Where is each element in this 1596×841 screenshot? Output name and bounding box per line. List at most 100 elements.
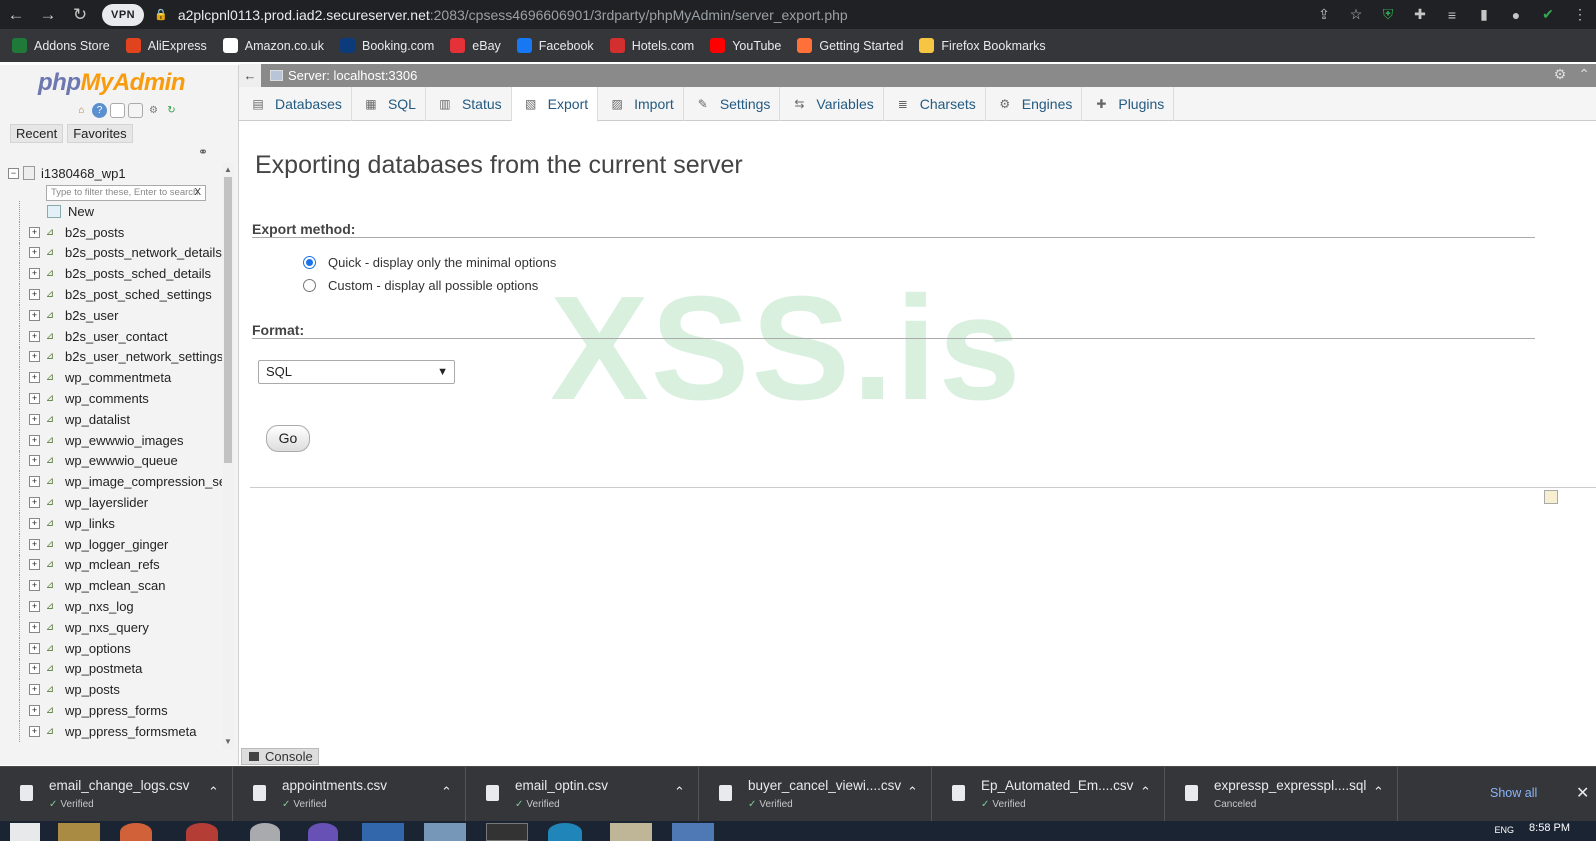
expand-icon[interactable]: + xyxy=(29,580,40,592)
table-item[interactable]: + ⊿ wp_datalist xyxy=(8,408,223,430)
format-select[interactable]: SQL ▼ xyxy=(258,360,455,384)
tab-export[interactable]: ▧ Export xyxy=(511,87,599,122)
chevron-up-icon[interactable]: ⌃ xyxy=(907,784,918,800)
table-filter-input[interactable]: Type to filter these, Enter to search X xyxy=(46,185,206,201)
scroll-up-icon[interactable]: ▲ xyxy=(224,165,232,174)
help-icon[interactable]: ? xyxy=(92,103,107,118)
expand-icon[interactable]: + xyxy=(29,372,40,384)
profile-icon[interactable]: ● xyxy=(1500,0,1532,29)
file-explorer-icon[interactable] xyxy=(58,823,100,841)
address-bar[interactable]: a2plcpnl0113.prod.iad2.secureserver.net:… xyxy=(178,7,848,23)
tab-status[interactable]: ▥ Status xyxy=(426,87,512,121)
bookmark-item[interactable]: eBay xyxy=(450,38,501,53)
back-icon[interactable]: ← xyxy=(0,0,32,29)
table-icon[interactable]: ⊿ xyxy=(43,454,57,467)
collapse-icon[interactable]: − xyxy=(8,167,19,179)
chevron-up-icon[interactable]: ⌃ xyxy=(1373,784,1384,800)
firefox-icon[interactable] xyxy=(120,823,152,841)
table-icon[interactable]: ⊿ xyxy=(43,642,57,655)
download-item[interactable]: email_optin.csv ✓ Verified ⌃ xyxy=(466,766,699,822)
custom-option[interactable]: Custom - display all possible options xyxy=(303,278,538,293)
expand-icon[interactable]: + xyxy=(29,330,40,342)
expand-icon[interactable]: + xyxy=(29,309,40,321)
notepad-icon[interactable] xyxy=(610,823,652,841)
custom-radio[interactable] xyxy=(303,279,316,292)
link-with-main-icon[interactable]: ⚭ xyxy=(198,145,208,159)
table-item[interactable]: + ⊿ wp_comments xyxy=(8,388,223,409)
table-icon[interactable]: ⊿ xyxy=(43,558,57,571)
download-item[interactable]: email_change_logs.csv ✓ Verified ⌃ xyxy=(0,766,233,822)
table-item[interactable]: + ⊿ wp_layerslider xyxy=(8,492,223,513)
bookmark-item[interactable]: Facebook xyxy=(516,38,594,53)
clear-filter-icon[interactable]: X xyxy=(194,186,201,200)
table-icon[interactable]: ⊿ xyxy=(43,350,57,363)
table-item[interactable]: + ⊿ wp_nxs_query xyxy=(8,616,223,638)
language-indicator[interactable]: ENG xyxy=(1494,825,1514,835)
table-icon[interactable]: ⊿ xyxy=(43,725,57,738)
lock-icon[interactable]: 🔒 xyxy=(154,8,168,21)
expand-icon[interactable]: + xyxy=(29,434,40,446)
download-item[interactable]: expressp_expresspl....sql Canceled ⌃ xyxy=(1165,766,1398,822)
expand-icon[interactable]: + xyxy=(29,684,40,696)
vpn-badge[interactable]: VPN xyxy=(102,3,145,26)
chevron-up-icon[interactable]: ⌃ xyxy=(1140,784,1151,800)
table-icon[interactable]: ⊿ xyxy=(43,330,57,343)
chevron-up-icon[interactable]: ⌃ xyxy=(674,784,685,800)
database-node[interactable]: − i1380468_wp1 xyxy=(8,163,223,183)
expand-icon[interactable]: + xyxy=(29,497,40,509)
table-icon[interactable]: ⊿ xyxy=(43,704,57,717)
collapse-menu-icon[interactable]: ⌃ xyxy=(1578,66,1590,83)
reading-list-icon[interactable]: ≡ xyxy=(1436,0,1468,29)
extension-shield-icon[interactable]: ⛨ xyxy=(1372,0,1404,29)
server-title[interactable]: Server: localhost:3306 xyxy=(288,68,417,83)
recent-tab[interactable]: Recent xyxy=(10,124,64,143)
settings-gear-icon[interactable]: ⚙ xyxy=(146,103,161,118)
table-item[interactable]: + ⊿ wp_mclean_scan xyxy=(8,575,223,597)
table-icon[interactable]: ⊿ xyxy=(43,579,57,592)
collapse-nav-icon[interactable]: ← xyxy=(239,64,261,87)
app-icon[interactable] xyxy=(424,823,466,841)
table-item[interactable]: + ⊿ wp_ewwwio_images xyxy=(8,429,223,451)
chrome-icon[interactable] xyxy=(186,823,218,841)
download-item[interactable]: Ep_Automated_Em....csv ✓ Verified ⌃ xyxy=(932,766,1165,822)
table-item[interactable]: + ⊿ wp_ppress_formsmeta xyxy=(8,720,223,742)
table-item[interactable]: + ⊿ wp_logger_ginger xyxy=(8,533,223,555)
bookmark-item[interactable]: Hotels.com xyxy=(609,38,694,53)
table-item[interactable]: + ⊿ b2s_user_contact xyxy=(8,325,223,347)
tab-charsets[interactable]: ≣ Charsets xyxy=(884,87,986,121)
table-item[interactable]: +⊿ wp_image_compression_settings xyxy=(8,471,223,493)
table-icon[interactable]: ⊿ xyxy=(43,600,57,613)
expand-icon[interactable]: + xyxy=(29,642,40,654)
app-icon[interactable] xyxy=(362,823,404,841)
table-icon[interactable]: ⊿ xyxy=(43,434,57,447)
tab-settings[interactable]: ✎ Settings xyxy=(684,87,781,121)
chevron-up-icon[interactable]: ⌃ xyxy=(208,784,219,800)
expand-icon[interactable]: + xyxy=(29,559,40,571)
app-icon[interactable] xyxy=(250,823,280,841)
tab-engines[interactable]: ⚙ Engines xyxy=(986,87,1083,121)
go-button[interactable]: Go xyxy=(266,425,310,452)
phpmyadmin-logo[interactable]: phpMyAdmin xyxy=(38,69,185,97)
table-item[interactable]: + ⊿ wp_ewwwio_queue xyxy=(8,450,223,472)
notes-icon[interactable] xyxy=(1544,490,1558,504)
expand-icon[interactable]: + xyxy=(29,621,40,633)
docs-icon[interactable] xyxy=(110,103,125,118)
quick-option[interactable]: Quick - display only the minimal options xyxy=(303,255,556,270)
expand-icon[interactable]: + xyxy=(29,663,40,675)
table-icon[interactable]: ⊿ xyxy=(43,288,57,301)
download-item[interactable]: appointments.csv ✓ Verified ⌃ xyxy=(233,766,466,822)
expand-icon[interactable]: + xyxy=(29,538,40,550)
table-icon[interactable]: ⊿ xyxy=(43,309,57,322)
verified-extension-icon[interactable]: ✔ xyxy=(1532,0,1564,29)
table-icon[interactable]: ⊿ xyxy=(43,392,57,405)
side-panel-icon[interactable]: ▮ xyxy=(1468,0,1500,29)
table-item[interactable]: + ⊿ wp_posts xyxy=(8,679,223,701)
bookmark-item[interactable]: AliExpress xyxy=(125,38,207,53)
table-icon[interactable]: ⊿ xyxy=(43,475,57,488)
close-downloads-icon[interactable]: ✕ xyxy=(1576,783,1589,803)
table-icon[interactable]: ⊿ xyxy=(43,246,57,259)
table-item[interactable]: + ⊿ wp_options xyxy=(8,637,223,659)
expand-icon[interactable]: + xyxy=(29,226,40,238)
expand-icon[interactable]: + xyxy=(29,393,40,405)
app-icon[interactable] xyxy=(672,823,714,841)
